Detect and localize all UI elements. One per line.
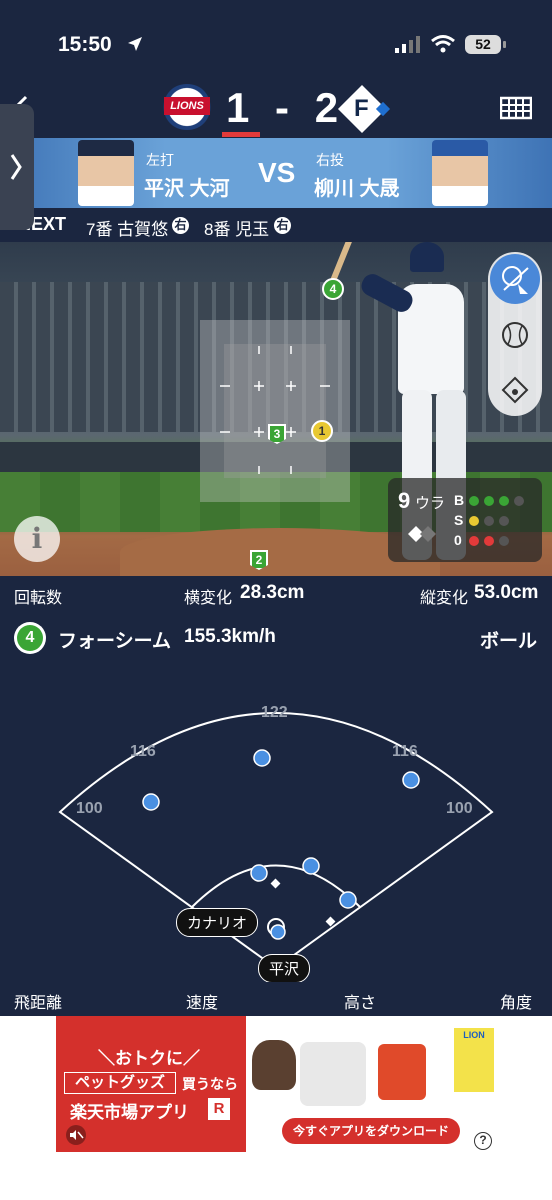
side-drawer-tab[interactable] [0,104,34,230]
pitcher-avatar [432,140,488,206]
home-logo-text: LIONS [164,97,210,115]
ad-creative[interactable]: ＼おトクに／ ペットグッズ 買うなら 楽天市場アプリ R LION 今すぐアプリ… [56,1016,496,1152]
pitch-stats-panel: 回転数 横変化 28.3cm 縦変化 53.0cm 4 フォーシーム 155.3… [0,576,552,674]
v-break-value: 53.0cm [474,582,539,603]
mute-icon[interactable] [64,1124,88,1146]
ad-treat-jar-image [378,1044,426,1100]
hit-stats-bar: 飛距離 速度 高さ 角度 [0,982,552,1016]
home-batting-indicator [222,132,260,137]
info-button[interactable]: i [14,516,60,562]
batter-side: 左打 [146,152,174,168]
inning-half: ウラ [415,495,446,512]
next-batter-1-hand: 右 [172,217,189,234]
pitch-type: フォーシーム [58,631,172,652]
ad-pet-house-image [300,1042,366,1106]
distance-center: 122 [261,704,288,721]
pitch-result: ボール [480,631,538,652]
pitcher-side: 右投 [316,152,344,168]
battery-tip [503,41,506,48]
diamond-field-icon [501,376,529,404]
base-runners-icon [408,526,436,542]
ad-brand: LION [463,1030,485,1040]
vs-label: VS [258,157,296,188]
ball-label: B [454,492,465,508]
v-break-label: 縦変化 [420,590,469,607]
away-logo-text: F [354,95,369,122]
next-batter-2: 8番 児玉 [204,220,270,239]
count-dots [469,496,524,546]
ad-help-icon[interactable]: ? [474,1132,492,1150]
distance-right: 100 [446,800,473,817]
wifi-icon [431,35,455,53]
pitch-number-badge: 4 [14,622,46,654]
spin-label: 回転数 [14,590,63,607]
ad-line3-badge: R [208,1098,230,1120]
ad-banner[interactable]: ＼おトクに／ ペットグッズ 買うなら 楽天市場アプリ R LION 今すぐアプリ… [0,1016,552,1200]
pitch-view-toggle[interactable] [490,254,540,304]
ad-line2a: ペットグッズ [64,1072,176,1094]
batter-name: 平沢 大河 [144,178,230,200]
speed-label: 速度 [186,995,219,1012]
strike-zone-grid [220,346,330,474]
ad-cta-button[interactable]: 今すぐアプリをダウンロード [282,1118,460,1144]
away-score: 2 [314,84,341,131]
ad-dog-image [252,1040,296,1090]
out-label: 0 [454,532,462,548]
ball-view-toggle[interactable] [490,310,540,360]
home-team-logo: LIONS [162,84,212,130]
score-dash: - [275,84,292,131]
pitcher-name: 柳川 大晟 [314,178,400,200]
status-time: 15:50 [58,33,112,56]
strike-label: S [454,512,464,528]
chevron-right-icon [10,154,22,180]
view-toggle-group [488,252,542,416]
baseball-icon [502,322,528,348]
scoreboard-icon[interactable] [500,96,532,122]
location-arrow-icon [128,37,142,51]
batter-label: 平沢 [258,954,311,983]
next-batter-1: 7番 古賀悠 [86,220,169,239]
distance-left-center: 116 [130,743,156,760]
distance-left: 100 [76,800,103,817]
pitch-marker-1[interactable]: 1 [311,420,333,442]
distance-label: 飛距離 [14,995,63,1012]
ad-product-bag-image: LION [454,1028,494,1092]
status-bar: 15:50 52 [0,0,552,88]
ad-text-panel: ＼おトクに／ ペットグッズ 買うなら 楽天市場アプリ R [56,1016,246,1152]
pitch-marker-4[interactable]: 4 [322,278,344,300]
ad-line2b: 買うなら [182,1076,238,1092]
spray-chart: 122 116 116 100 100 カナリオ 平沢 [0,674,552,983]
pitch-view: 4 3 1 2 i 9 ウラ B S 0 [0,242,552,576]
ad-line3: 楽天市場アプリ [70,1103,189,1122]
fielder-label: カナリオ [176,908,259,937]
field-view-toggle[interactable] [490,364,540,414]
home-score: 1 [226,84,252,131]
height-label: 高さ [344,995,377,1012]
h-break-value: 28.3cm [240,582,305,603]
angle-label: 角度 [500,995,533,1012]
batter-avatar [78,140,134,206]
ad-line1: ＼おトクに／ [98,1049,200,1068]
battery-indicator: 52 [465,35,501,54]
pitch-number: 4 [17,625,43,651]
inning-number: 9 [398,488,411,513]
signal-icon [395,36,420,53]
next-batters-bar: NEXT 7番 古賀悠 右 8番 児玉 右 [0,208,552,242]
pitch-view-icon [502,266,529,294]
h-break-label: 横変化 [184,590,233,607]
matchup-bar: 左打 平沢 大河 VS 右投 柳川 大晟 [0,138,552,208]
pitch-speed: 155.3km/h [184,626,276,647]
count-panel: 9 ウラ B S 0 [388,478,542,562]
distance-right-center: 116 [392,743,418,760]
score-display: 1 - 2 [226,84,340,132]
next-batter-2-hand: 右 [274,217,291,234]
